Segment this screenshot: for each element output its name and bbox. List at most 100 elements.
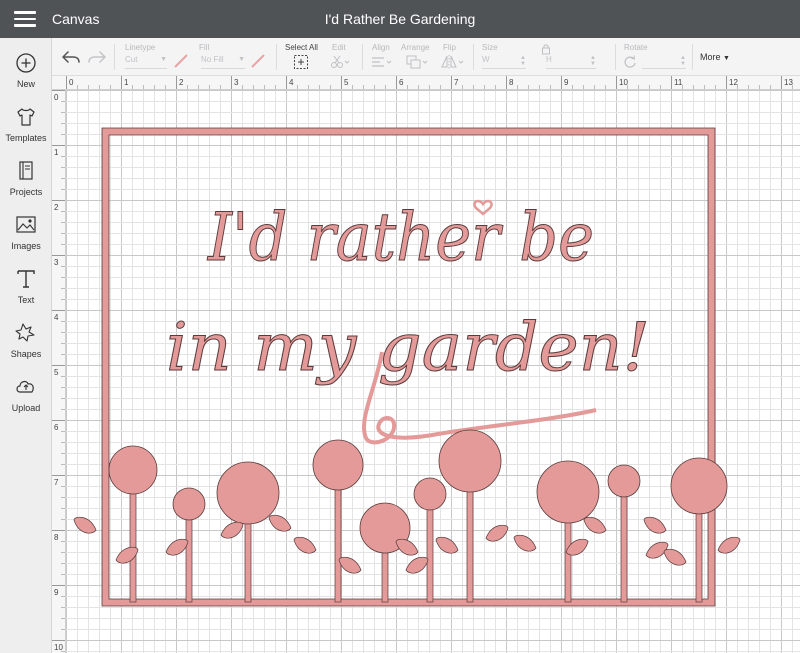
ruler-tick-label: 7 bbox=[54, 478, 59, 487]
sidebar-label-templates: Templates bbox=[5, 133, 47, 143]
garden-design[interactable]: I'd rather be in my garden! bbox=[73, 127, 741, 607]
ruler-tick-label: 9 bbox=[564, 78, 569, 87]
ruler-tick-label: 6 bbox=[399, 78, 404, 87]
flower-stem bbox=[381, 550, 389, 603]
ruler-tick-label: 3 bbox=[234, 78, 239, 87]
notebook-icon bbox=[19, 161, 33, 180]
flower-stem bbox=[244, 521, 252, 603]
edit-scissors-icon[interactable] bbox=[329, 54, 351, 70]
linetype-label: Linetype bbox=[125, 43, 156, 52]
flower-stem bbox=[564, 520, 572, 603]
toolbar-divider bbox=[276, 44, 277, 70]
ruler-tick-label: 13 bbox=[784, 78, 793, 87]
flower-stem bbox=[466, 489, 474, 603]
design-canvas[interactable]: I'd rather be in my garden! bbox=[66, 90, 800, 653]
sidebar-item-upload[interactable]: Upload bbox=[0, 374, 52, 424]
flower-leaf bbox=[405, 556, 429, 574]
sidebar-label-new: New bbox=[16, 79, 35, 89]
tshirt-icon bbox=[17, 108, 35, 126]
left-sidebar: New Templates Projects Images Text Shape… bbox=[0, 38, 52, 653]
sidebar-label-images: Images bbox=[11, 241, 41, 251]
ruler-tick-label: 6 bbox=[54, 423, 59, 432]
ruler-tick-label: 0 bbox=[54, 93, 59, 102]
height-input[interactable]: H ▲ ▼ bbox=[546, 55, 596, 69]
ruler-tick-label: 11 bbox=[674, 78, 683, 87]
width-placeholder: W bbox=[482, 55, 490, 64]
flower-head bbox=[216, 461, 280, 525]
ruler-tick-label: 3 bbox=[54, 258, 59, 267]
sidebar-label-upload: Upload bbox=[11, 403, 41, 413]
flower-head bbox=[312, 439, 364, 491]
ruler-tick-label: 1 bbox=[54, 148, 59, 157]
flower-head bbox=[670, 457, 728, 515]
ruler-tick-label: 8 bbox=[509, 78, 514, 87]
sidebar-item-templates[interactable]: Templates bbox=[0, 104, 52, 154]
flip-icon[interactable] bbox=[439, 54, 465, 70]
flower-leaf bbox=[485, 524, 509, 542]
ruler-vertical-ticks: 0 1 2 3 4 5 6 7 8 9 10 bbox=[52, 90, 65, 652]
flower-stem bbox=[334, 487, 342, 603]
design-text-line1[interactable]: I'd rather be bbox=[207, 199, 595, 277]
flower-leaf bbox=[338, 556, 362, 574]
fill-color-swatch[interactable] bbox=[249, 52, 267, 70]
edit-toolbar: Linetype Cut ▼ Fill No Fill ▼ Select All E… bbox=[52, 38, 800, 76]
height-placeholder: H bbox=[546, 55, 552, 64]
arrange-icon[interactable] bbox=[405, 54, 429, 70]
select-all-icon[interactable] bbox=[293, 54, 309, 70]
app-title: Canvas bbox=[52, 11, 100, 27]
canvas-artboard: I'd rather be in my garden! bbox=[66, 90, 800, 653]
fill-dropdown-icon: ▼ bbox=[238, 56, 245, 63]
more-button[interactable]: More ▼ bbox=[700, 52, 730, 62]
size-label: Size bbox=[482, 43, 498, 52]
ruler-tick-label: 0 bbox=[69, 78, 74, 87]
sidebar-label-projects: Projects bbox=[9, 187, 43, 197]
redo-icon[interactable] bbox=[86, 47, 108, 67]
plus-circle-icon bbox=[16, 53, 36, 73]
menu-icon[interactable] bbox=[14, 11, 36, 27]
flower-head bbox=[607, 464, 641, 498]
toolbar-divider bbox=[615, 44, 616, 70]
project-title: I'd Rather Be Gardening bbox=[324, 11, 476, 27]
linetype-dropdown-icon: ▼ bbox=[160, 56, 167, 63]
flower-head bbox=[413, 477, 447, 511]
rotate-icon[interactable] bbox=[622, 54, 638, 70]
ruler-tick-label: 4 bbox=[289, 78, 294, 87]
ruler-tick-label: 2 bbox=[179, 78, 184, 87]
align-label: Align bbox=[372, 43, 390, 52]
flower-head bbox=[108, 445, 158, 495]
ruler-tick-label: 7 bbox=[454, 78, 459, 87]
undo-icon[interactable] bbox=[60, 47, 82, 67]
flower-head bbox=[172, 487, 206, 521]
sidebar-item-shapes[interactable]: Shapes bbox=[0, 320, 52, 370]
align-icon[interactable] bbox=[370, 55, 394, 69]
sidebar-item-projects[interactable]: Projects bbox=[0, 158, 52, 208]
ruler-tick-label: 8 bbox=[54, 533, 59, 542]
sidebar-item-text[interactable]: Text bbox=[0, 266, 52, 316]
width-input[interactable]: W ▲ ▼ bbox=[482, 55, 526, 69]
edit-label: Edit bbox=[332, 43, 346, 52]
design-text-line2[interactable]: in my garden! bbox=[166, 309, 651, 387]
fill-label: Fill bbox=[199, 43, 210, 52]
fill-value: No Fill bbox=[201, 55, 224, 64]
more-label: More bbox=[700, 52, 721, 62]
toolbar-divider bbox=[473, 44, 474, 70]
toolbar-divider bbox=[692, 44, 693, 70]
sidebar-item-images[interactable]: Images bbox=[0, 212, 52, 262]
shapes-icon bbox=[15, 323, 35, 342]
lock-icon[interactable] bbox=[541, 43, 551, 55]
linetype-select[interactable]: Cut ▼ bbox=[125, 55, 167, 69]
image-icon bbox=[16, 216, 36, 233]
ruler-tick-label: 10 bbox=[619, 78, 628, 87]
ruler-horizontal: 0 1 2 3 4 5 6 7 8 9 10 11 12 13 bbox=[52, 76, 800, 90]
ruler-tick-label: 10 bbox=[54, 643, 63, 652]
flower-stem bbox=[695, 511, 703, 603]
sidebar-item-new[interactable]: New bbox=[0, 50, 52, 100]
fill-select[interactable]: No Fill ▼ bbox=[201, 55, 245, 69]
rotate-input[interactable]: ▲ ▼ bbox=[642, 55, 686, 69]
toolbar-divider bbox=[362, 44, 363, 70]
flower-head bbox=[536, 460, 600, 524]
toolbar-divider bbox=[114, 44, 115, 70]
linetype-color-swatch[interactable] bbox=[172, 52, 190, 70]
rotate-stepper-icon: ▲ ▼ bbox=[680, 55, 686, 67]
arrange-label: Arrange bbox=[401, 43, 430, 52]
